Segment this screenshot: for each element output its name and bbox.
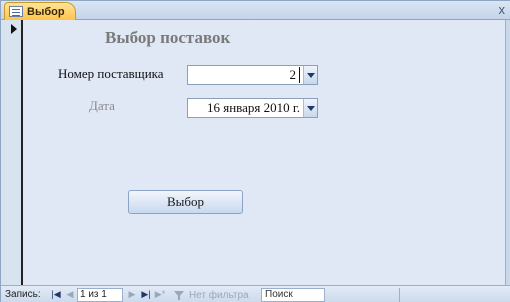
- chevron-down-icon: [306, 72, 315, 78]
- filter-label: Нет фильтра: [189, 289, 249, 301]
- record-position-field[interactable]: 1 из 1: [77, 288, 123, 302]
- navbar-divider: [399, 288, 400, 302]
- date-dropdown-button[interactable]: [303, 99, 317, 117]
- new-record-button[interactable]: ▶*: [153, 289, 167, 300]
- select-button[interactable]: Выбор: [128, 190, 243, 214]
- form-icon: [9, 6, 23, 17]
- close-icon[interactable]: x: [499, 2, 506, 17]
- tab-vybor[interactable]: Выбор: [4, 2, 76, 20]
- vertical-scrollbar[interactable]: [505, 20, 510, 285]
- first-record-button[interactable]: |◀: [51, 289, 61, 300]
- document-tab-strip: Выбор x: [1, 1, 510, 20]
- form-body: [23, 20, 505, 285]
- search-input[interactable]: Поиск: [261, 288, 325, 302]
- next-record-button[interactable]: ▶: [127, 289, 137, 300]
- current-record-arrow-icon: [11, 24, 17, 34]
- supplier-number-value[interactable]: 2: [290, 67, 300, 83]
- supplier-number-combobox[interactable]: 2: [187, 65, 318, 85]
- filter-toggle-button[interactable]: Нет фильтра: [173, 288, 257, 302]
- record-label: Запись:: [5, 289, 41, 300]
- filter-icon: [173, 290, 185, 300]
- form-title: Выбор поставок: [105, 28, 231, 47]
- chevron-down-icon: [306, 105, 315, 111]
- supplier-number-label: Номер поставщика: [58, 66, 164, 81]
- date-combobox[interactable]: 16 января 2010 г.: [187, 98, 318, 118]
- record-navigation-bar: Запись: |◀ ◀ 1 из 1 ▶ ▶| ▶* Нет фильтра …: [1, 285, 510, 302]
- previous-record-button[interactable]: ◀: [65, 289, 75, 300]
- date-value[interactable]: 16 января 2010 г.: [188, 100, 303, 116]
- tab-label: Выбор: [27, 5, 65, 18]
- record-selector[interactable]: [1, 20, 23, 285]
- form-window: Выбор x Выбор поставок Номер поставщика …: [0, 0, 510, 302]
- last-record-button[interactable]: ▶|: [141, 289, 151, 300]
- supplier-dropdown-button[interactable]: [303, 66, 317, 84]
- date-label: Дата: [89, 98, 115, 113]
